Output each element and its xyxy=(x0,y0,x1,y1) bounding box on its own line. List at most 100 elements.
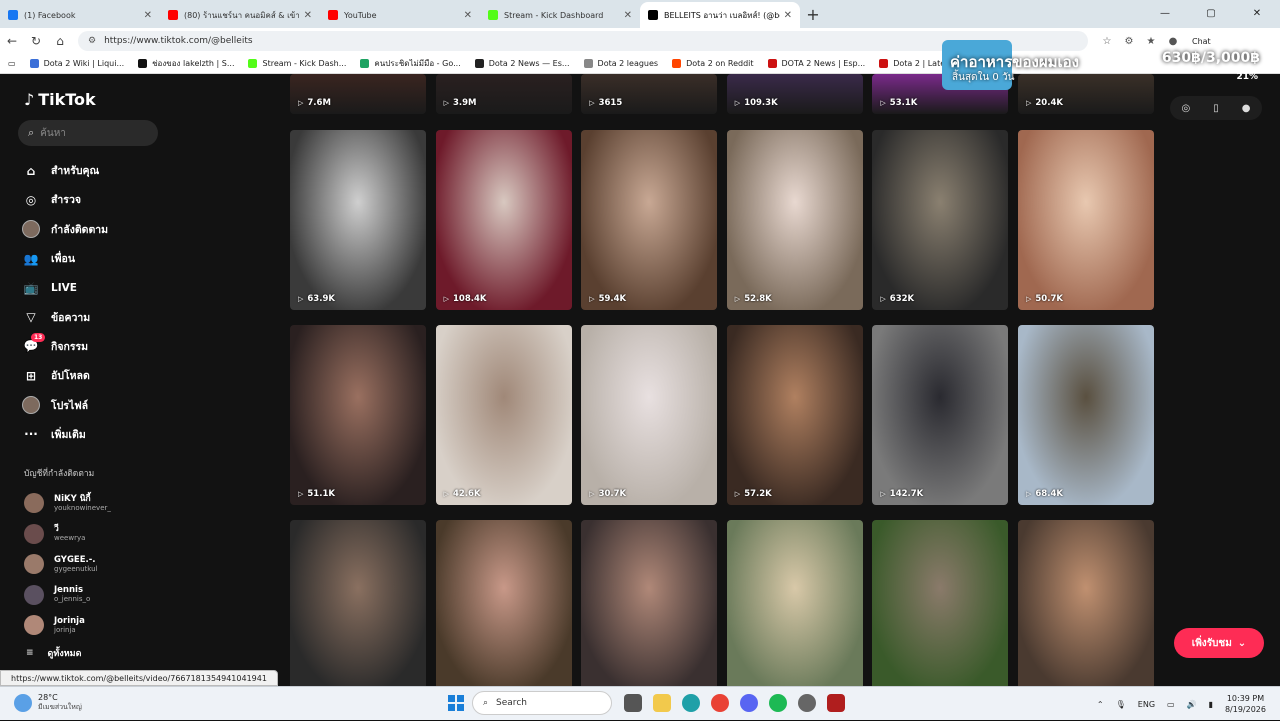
video-thumbnail[interactable] xyxy=(581,520,718,686)
sidebar-item[interactable]: ⊞ อัปโหลด xyxy=(22,361,162,390)
bookmark-item[interactable]: ช่องของ lakelzth | S... xyxy=(138,57,234,70)
video-thumbnail[interactable]: ▷ 57.2K xyxy=(726,325,863,505)
user-avatar[interactable]: ● xyxy=(1242,103,1251,114)
video-thumbnail[interactable]: ▷ 30.7K xyxy=(581,325,718,505)
tab-close-icon[interactable]: ✕ xyxy=(144,10,152,21)
sidebar-item[interactable]: กำลังติดตาม xyxy=(22,215,162,244)
following-account[interactable]: Jorinja jorinja xyxy=(24,610,164,641)
bookmark-item[interactable]: Dota 2 leagues xyxy=(583,59,658,68)
tab-title: Stream - Kick Dashboard xyxy=(504,10,604,20)
address-bar[interactable]: ⚙ https://www.tiktok.com/@belleits xyxy=(78,31,1088,51)
bookmark-item[interactable]: Dota 2 Wiki | Liqui... xyxy=(29,59,124,68)
chrome-icon[interactable] xyxy=(710,694,729,712)
video-thumbnail[interactable] xyxy=(872,520,1009,686)
compass-icon[interactable]: ◎ xyxy=(1182,103,1191,114)
obs-icon[interactable] xyxy=(797,694,816,712)
video-thumbnail[interactable]: ▷ 108.4K xyxy=(435,130,572,310)
tab-close-icon[interactable]: ✕ xyxy=(784,10,792,21)
video-thumbnail[interactable]: ▷ 63.9K xyxy=(290,130,426,310)
video-thumbnail[interactable]: ▷ 3.9M xyxy=(435,74,572,114)
browser-tab[interactable]: Stream - Kick Dashboard ✕ xyxy=(480,2,640,28)
tab-close-icon[interactable]: ✕ xyxy=(624,10,632,21)
home-icon: ⌂ xyxy=(26,163,36,178)
edge-icon[interactable] xyxy=(681,694,700,712)
video-thumbnail[interactable] xyxy=(1018,520,1154,686)
device-icon[interactable]: ▯ xyxy=(1213,103,1219,114)
video-thumbnail[interactable] xyxy=(726,520,863,686)
bookmark-label: Dota 2 News — Es... xyxy=(488,59,570,68)
video-thumbnail[interactable]: ▷ 632K xyxy=(872,130,1009,310)
weather-widget[interactable]: 28°C มีเมฆส่วนใหญ่ xyxy=(14,693,82,712)
video-thumbnail[interactable]: ▷ 109.3K xyxy=(726,74,863,114)
video-thumbnail[interactable]: ▷ 51.1K xyxy=(290,325,426,505)
apps-icon[interactable]: ▭ xyxy=(8,59,16,68)
bookmark-item[interactable]: คนประชิดไม่มีมือ - Go... xyxy=(360,57,461,70)
start-button[interactable] xyxy=(448,695,464,711)
sidebar-item[interactable]: ··· เพิ่มเติม xyxy=(22,420,162,449)
video-thumbnail[interactable] xyxy=(290,520,426,686)
battery-icon[interactable]: ▮ xyxy=(1209,700,1213,709)
dota-icon[interactable] xyxy=(826,694,845,712)
new-tab-button[interactable]: + xyxy=(800,2,826,28)
video-thumbnail[interactable]: ▷ 59.4K xyxy=(581,130,718,310)
tab-close-icon[interactable]: ✕ xyxy=(464,10,472,21)
volume-icon[interactable]: 🔊 xyxy=(1187,700,1197,709)
tray-chevron-icon[interactable]: ⌃ xyxy=(1097,700,1104,709)
video-thumbnail[interactable]: ▷ 7.6M xyxy=(290,74,426,114)
sidebar-item[interactable]: โปรไฟล์ xyxy=(22,390,162,419)
language-indicator[interactable]: ENG xyxy=(1138,700,1155,709)
sidebar-item[interactable]: 📺 LIVE xyxy=(22,273,162,302)
sidebar-item[interactable]: 👥 เพื่อน xyxy=(22,244,162,273)
video-thumbnail[interactable]: ▷ 142.7K xyxy=(872,325,1009,505)
sidebar-item[interactable]: ◎ สำรวจ xyxy=(22,185,162,214)
following-account[interactable]: วี weewrya xyxy=(24,519,164,550)
following-account[interactable]: Jennis o_jennis_o xyxy=(24,580,164,611)
tab-close-icon[interactable]: ✕ xyxy=(304,10,312,21)
video-thumbnail[interactable]: ▷ 42.6K xyxy=(435,325,572,505)
reload-icon[interactable]: ↻ xyxy=(24,34,48,48)
close-window-button[interactable]: ✕ xyxy=(1234,0,1280,28)
back-icon[interactable]: ← xyxy=(0,34,24,48)
file-explorer-icon[interactable] xyxy=(652,694,671,712)
following-account[interactable]: GYGEE.-. gygeenutkul xyxy=(24,549,164,580)
video-thumbnail[interactable]: ▷ 52.8K xyxy=(726,130,863,310)
video-thumbnail[interactable]: ▷ 50.7K xyxy=(1018,130,1154,310)
browser-tab[interactable]: (1) Facebook ✕ xyxy=(0,2,160,28)
sidebar-item-label: เพิ่มเติม xyxy=(51,428,86,441)
task-view-icon[interactable] xyxy=(623,694,642,712)
bookmark-item[interactable]: Stream - Kick Dash... xyxy=(248,59,346,68)
browser-tab[interactable]: YouTube ✕ xyxy=(320,2,480,28)
bookmark-item[interactable]: DOTA 2 News | Esp... xyxy=(767,59,865,68)
browser-tab[interactable]: BELLEITS อานว่า เบลอิทส์! (@belleits ✕ xyxy=(640,2,800,28)
video-thumbnail[interactable]: ▷ 68.4K xyxy=(1018,325,1154,505)
clock[interactable]: 10:39 PM 8/19/2026 xyxy=(1225,693,1266,715)
sidebar-item[interactable]: ▽ ข้อความ xyxy=(22,302,162,331)
play-icon: ▷ xyxy=(443,295,449,303)
discord-icon[interactable] xyxy=(739,694,758,712)
site-info-icon[interactable]: ⚙ xyxy=(88,36,96,46)
mic-icon[interactable]: 🎙 xyxy=(1116,700,1126,709)
taskbar-search[interactable]: ⌕ Search xyxy=(472,691,612,715)
network-icon[interactable]: ▭ xyxy=(1167,700,1175,709)
recently-watched-button[interactable]: เพิ่งรับชม ⌄ xyxy=(1174,628,1264,658)
search-input[interactable]: ⌕ ค้นหา xyxy=(18,120,158,146)
view-count-value: 632K xyxy=(889,294,915,304)
spotify-icon[interactable] xyxy=(768,694,787,712)
following-account[interactable]: NiKY นิกี้ youknowinever_ xyxy=(24,488,164,519)
home-icon[interactable]: ⌂ xyxy=(48,34,72,48)
sidebar-item[interactable]: ⌂ สำหรับคุณ xyxy=(22,156,162,185)
tiktok-logo[interactable]: ♪ TikTok xyxy=(24,90,96,109)
video-thumbnail[interactable]: ▷ 3615 xyxy=(581,74,718,114)
bookmark-favicon-icon xyxy=(360,59,370,68)
minimize-button[interactable]: — xyxy=(1142,0,1188,28)
following-list: NiKY นิกี้ youknowinever_ วี weewrya GYGEE.-… xyxy=(24,488,164,641)
maximize-button[interactable]: ▢ xyxy=(1188,0,1234,28)
bookmark-item[interactable]: Dota 2 on Reddit xyxy=(672,59,754,68)
sidebar-item[interactable]: 💬 13 กิจกรรม xyxy=(22,332,162,361)
browser-tab[interactable]: (80) ร้านแชร์นา คนอมิคส์ & เข้าโซน์ - Y ✕ xyxy=(160,2,320,28)
video-thumbnail[interactable] xyxy=(435,520,572,686)
see-all-button[interactable]: ≡ ดูทั้งหมด xyxy=(26,646,81,660)
page-tools: ◎ ▯ ● xyxy=(1170,96,1262,120)
view-count: ▷ 142.7K xyxy=(880,489,923,499)
bookmark-item[interactable]: Dota 2 News — Es... xyxy=(474,59,570,68)
